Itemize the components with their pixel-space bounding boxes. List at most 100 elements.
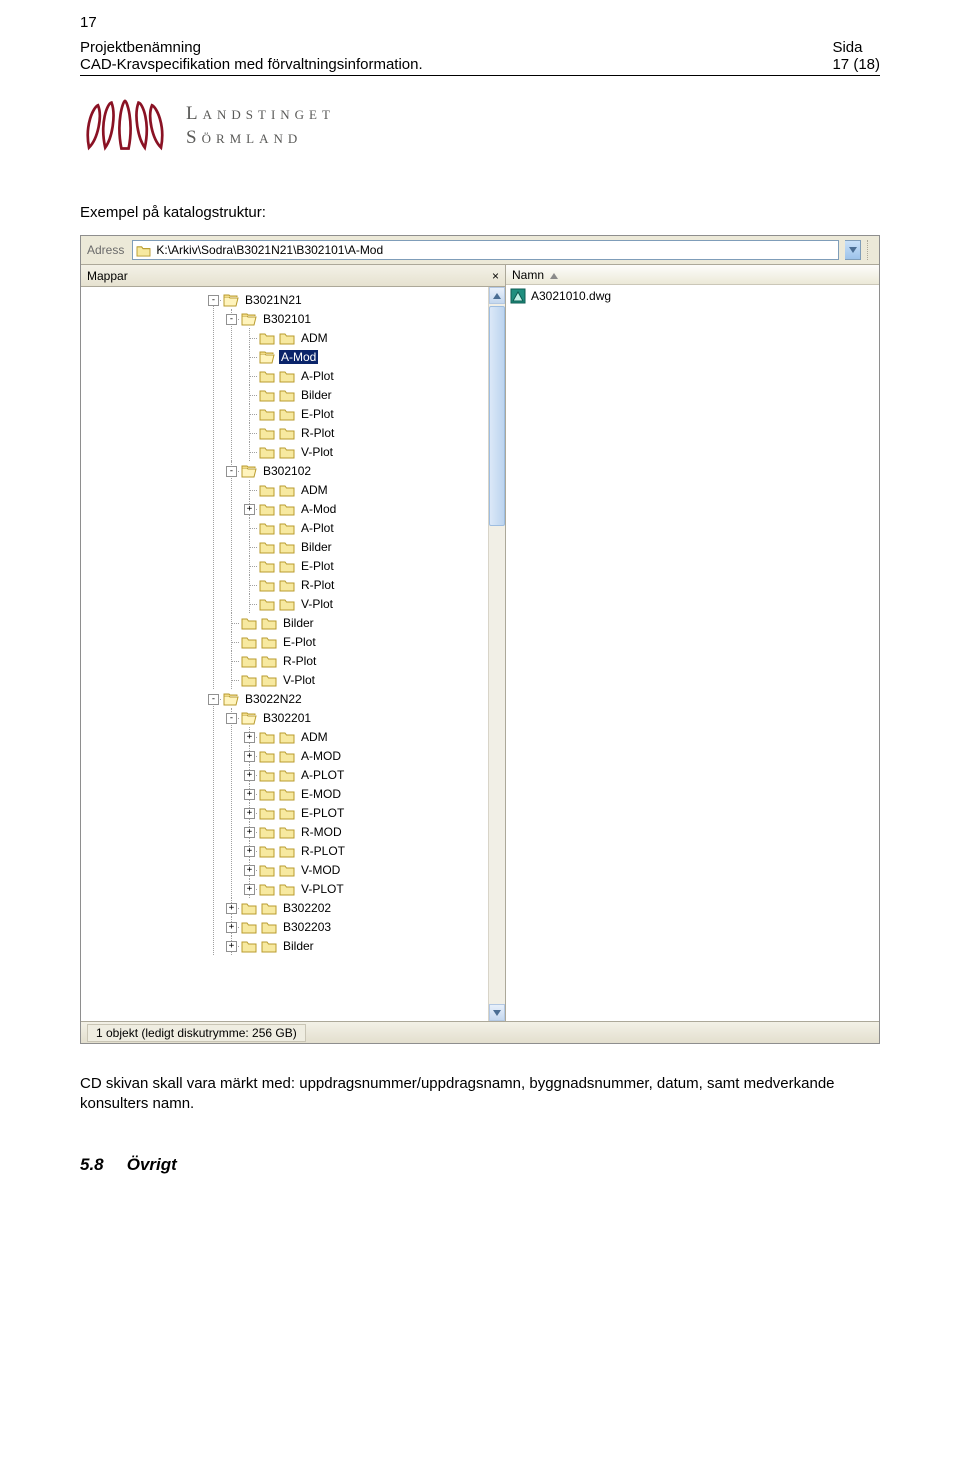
tree-item[interactable]: V-PLOT bbox=[259, 879, 488, 898]
tree-expander[interactable]: - bbox=[226, 466, 237, 477]
address-field[interactable]: K:\Arkiv\Sodra\B3021N21\B302101\A-Mod bbox=[132, 240, 839, 260]
tree-item[interactable]: R-Plot bbox=[259, 575, 488, 594]
tree-item[interactable]: R-Plot bbox=[259, 423, 488, 442]
folder-icon bbox=[259, 882, 275, 896]
tree-item[interactable]: Bilder bbox=[241, 936, 488, 955]
tree-expander[interactable]: + bbox=[226, 903, 237, 914]
folder-open-icon bbox=[223, 692, 239, 706]
scroll-down-button[interactable] bbox=[489, 1004, 505, 1021]
folder-icon bbox=[279, 597, 295, 611]
tree-item[interactable]: E-MOD bbox=[259, 784, 488, 803]
tree-expander[interactable]: - bbox=[208, 694, 219, 705]
tree-item[interactable]: B302201 bbox=[241, 708, 488, 727]
folder-icon bbox=[279, 825, 295, 839]
tree-item[interactable]: V-Plot bbox=[259, 442, 488, 461]
folder-icon bbox=[259, 540, 275, 554]
folder-tree[interactable]: -B3021N21-B302101ADMA-ModA-PlotBilderE-P… bbox=[81, 287, 488, 1021]
header-left-line2: CAD-Kravspecifikation med förvaltningsin… bbox=[80, 56, 423, 73]
tree-item[interactable]: B3021N21 bbox=[223, 290, 488, 309]
tree-item[interactable]: A-MOD bbox=[259, 746, 488, 765]
tree-expander[interactable]: + bbox=[244, 884, 255, 895]
folder-icon bbox=[259, 806, 275, 820]
tree-item-label: V-MOD bbox=[299, 863, 342, 877]
folder-icon bbox=[279, 388, 295, 402]
tree-item[interactable]: A-Plot bbox=[259, 518, 488, 537]
intro-text: Exempel på katalogstruktur: bbox=[80, 204, 880, 221]
folder-icon bbox=[279, 407, 295, 421]
tree-item[interactable]: V-Plot bbox=[241, 670, 488, 689]
file-row[interactable]: A3021010.dwg bbox=[510, 287, 875, 305]
tree-item[interactable]: V-MOD bbox=[259, 860, 488, 879]
tree-item[interactable]: Bilder bbox=[241, 613, 488, 632]
tree-item-label: B302202 bbox=[281, 901, 333, 915]
folder-icon bbox=[279, 578, 295, 592]
folder-icon bbox=[261, 654, 277, 668]
tree-item[interactable]: ADM bbox=[259, 480, 488, 499]
tree-item[interactable]: A-Plot bbox=[259, 366, 488, 385]
tree-expander[interactable]: + bbox=[244, 827, 255, 838]
address-dropdown-button[interactable] bbox=[845, 240, 861, 260]
scroll-thumb[interactable] bbox=[489, 306, 505, 526]
tree-expander[interactable]: + bbox=[244, 751, 255, 762]
tree-vscrollbar[interactable] bbox=[488, 287, 505, 1021]
tree-expander[interactable]: + bbox=[226, 922, 237, 933]
folder-icon bbox=[259, 445, 275, 459]
scroll-track[interactable] bbox=[489, 304, 505, 1004]
tree-item-label: Bilder bbox=[299, 540, 334, 554]
files-pane: Namn A3021010.dwg bbox=[506, 265, 879, 1021]
tree-item[interactable]: Bilder bbox=[259, 385, 488, 404]
folder-icon bbox=[259, 597, 275, 611]
tree-expander[interactable]: + bbox=[244, 504, 255, 515]
tree-expander[interactable]: - bbox=[226, 713, 237, 724]
tree-item-label: R-MOD bbox=[299, 825, 344, 839]
folder-icon bbox=[259, 768, 275, 782]
tree-item[interactable]: A-PLOT bbox=[259, 765, 488, 784]
tree-item-label: V-Plot bbox=[299, 597, 335, 611]
tree-item[interactable]: E-Plot bbox=[241, 632, 488, 651]
tree-item[interactable]: A-Mod bbox=[259, 499, 488, 518]
tree-expander[interactable]: + bbox=[244, 808, 255, 819]
tree-expander[interactable]: - bbox=[208, 295, 219, 306]
status-bar: 1 objekt (ledigt diskutrymme: 256 GB) bbox=[81, 1021, 879, 1043]
header-right-line2: 17 (18) bbox=[832, 56, 880, 73]
tree-item[interactable]: A-Mod bbox=[259, 347, 488, 366]
tree-expander[interactable]: + bbox=[226, 941, 237, 952]
tree-item[interactable]: B302101 bbox=[241, 309, 488, 328]
tree-item-label: B302203 bbox=[281, 920, 333, 934]
tree-item[interactable]: B302202 bbox=[241, 898, 488, 917]
column-header[interactable]: Namn bbox=[506, 265, 879, 285]
tree-expander[interactable]: + bbox=[244, 846, 255, 857]
tree-item[interactable]: R-MOD bbox=[259, 822, 488, 841]
tree-item[interactable]: E-Plot bbox=[259, 556, 488, 575]
folder-icon bbox=[279, 730, 295, 744]
file-name: A3021010.dwg bbox=[531, 289, 611, 303]
folder-open-icon bbox=[259, 350, 275, 364]
tree-expander[interactable]: - bbox=[226, 314, 237, 325]
folder-icon bbox=[259, 730, 275, 744]
tree-item[interactable]: ADM bbox=[259, 328, 488, 347]
tree-item[interactable]: Bilder bbox=[259, 537, 488, 556]
tree-expander[interactable]: + bbox=[244, 865, 255, 876]
folders-pane: Mappar × -B3021N21-B302101ADMA-ModA-Plot… bbox=[81, 265, 506, 1021]
tree-item-label: B302101 bbox=[261, 312, 313, 326]
tree-expander[interactable]: + bbox=[244, 770, 255, 781]
tree-expander[interactable]: + bbox=[244, 732, 255, 743]
tree-item[interactable]: ADM bbox=[259, 727, 488, 746]
tree-item[interactable]: B3022N22 bbox=[223, 689, 488, 708]
tree-item-label: B3022N22 bbox=[243, 692, 304, 706]
tree-item[interactable]: V-Plot bbox=[259, 594, 488, 613]
sort-indicator bbox=[550, 268, 558, 282]
scroll-up-button[interactable] bbox=[489, 287, 505, 304]
tree-item[interactable]: E-Plot bbox=[259, 404, 488, 423]
folder-icon bbox=[259, 559, 275, 573]
tree-item-label: Bilder bbox=[281, 616, 316, 630]
tree-item[interactable]: R-PLOT bbox=[259, 841, 488, 860]
tree-item[interactable]: R-Plot bbox=[241, 651, 488, 670]
tree-item-label: Bilder bbox=[299, 388, 334, 402]
close-pane-button[interactable]: × bbox=[492, 269, 499, 283]
tree-item[interactable]: E-PLOT bbox=[259, 803, 488, 822]
tree-expander[interactable]: + bbox=[244, 789, 255, 800]
tree-item[interactable]: B302203 bbox=[241, 917, 488, 936]
file-list[interactable]: A3021010.dwg bbox=[506, 285, 879, 1021]
tree-item[interactable]: B302102 bbox=[241, 461, 488, 480]
